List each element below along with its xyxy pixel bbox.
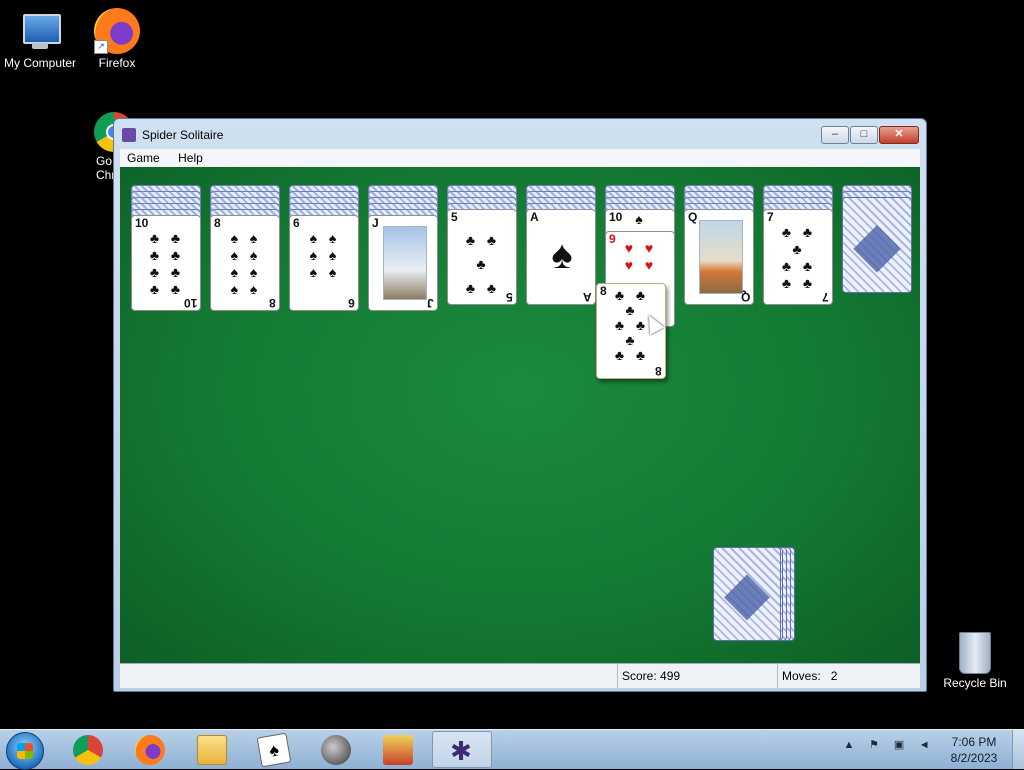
card-pips: ♠ ♠ ♠ ♠ ♠ ♠ ♠ ♠	[230, 230, 262, 297]
card-rank-inverted: 7	[822, 290, 829, 304]
score-label: Score:	[622, 669, 657, 683]
close-button[interactable]: ✕	[879, 126, 919, 144]
card-pips: ♣ ♣ ♣ ♣ ♣ ♣ ♣ ♣	[149, 230, 185, 297]
taskbar-minesweeper[interactable]	[308, 731, 364, 768]
desktop-icon-label: Firefox	[98, 56, 136, 70]
card-face-art	[383, 226, 427, 300]
clock-time: 7:06 PM	[951, 735, 997, 749]
card-rank: J	[372, 216, 379, 230]
card-6-spades[interactable]: 6 ♠ ♠ ♠ ♠ ♠ ♠ 6	[289, 215, 359, 311]
card-back[interactable]	[842, 197, 912, 293]
moves-value: 2	[830, 669, 838, 683]
taskbar-hearts[interactable]	[370, 731, 426, 768]
taskbar-firefox[interactable]	[122, 731, 178, 768]
shortcut-arrow-icon: ↗	[94, 40, 108, 54]
system-tray: ▲ ⚑ ▣ ◄	[842, 738, 939, 752]
card-rank: A	[530, 210, 539, 224]
card-rank-inverted: 8	[269, 296, 276, 310]
card-queen-clubs[interactable]: Q Q	[684, 209, 754, 305]
card-rank-inverted: 10	[183, 296, 197, 310]
spider-solitaire-window: Spider Solitaire – □ ✕ Game Help 10 ♣ ♣ …	[113, 118, 927, 692]
menu-help[interactable]: Help	[171, 149, 210, 167]
stock-pile[interactable]	[713, 547, 803, 643]
recycle-bin-icon	[959, 632, 991, 674]
minesweeper-icon	[321, 735, 351, 765]
firefox-icon	[135, 735, 165, 765]
game-board: 10 ♣ ♣ ♣ ♣ ♣ ♣ ♣ ♣ 10 8 ♠ ♠ ♠ ♠ ♠ ♠ ♠ ♠ …	[120, 167, 920, 663]
start-button[interactable]	[6, 732, 44, 770]
desktop-icon-recycle-bin[interactable]: Recycle Bin	[935, 632, 1015, 690]
taskbar-chrome[interactable]	[60, 731, 116, 768]
desktop-icon-label: Recycle Bin	[943, 676, 1007, 690]
card-ace-spades[interactable]: A ♠ A	[526, 209, 596, 305]
card-rank-inverted: 8	[655, 364, 662, 378]
card-rank: 8	[214, 216, 221, 230]
menu-bar: Game Help	[120, 149, 920, 167]
clock-date: 8/2/2023	[950, 751, 998, 765]
taskbar-explorer[interactable]	[184, 731, 240, 768]
show-hidden-icons-icon[interactable]: ▲	[842, 738, 856, 752]
card-pips: ♠	[635, 211, 647, 227]
card-rank-inverted: Q	[740, 290, 750, 304]
folder-icon	[197, 735, 227, 765]
title-bar[interactable]: Spider Solitaire – □ ✕	[114, 119, 926, 151]
solitaire-icon: ♠	[256, 732, 292, 768]
card-rank-inverted: A	[583, 290, 592, 304]
desktop-icon-label: My Computer	[3, 56, 77, 70]
menu-game[interactable]: Game	[120, 149, 167, 167]
minimize-button[interactable]: –	[821, 126, 849, 144]
card-rank: 10	[135, 216, 149, 230]
hearts-icon	[383, 735, 413, 765]
card-jack-spades[interactable]: J J	[368, 215, 438, 311]
network-icon[interactable]: ▣	[892, 738, 906, 752]
card-pips: ♣ ♣ ♣ ♣ ♣ ♣ ♣	[781, 224, 817, 291]
score-value: 499	[660, 669, 681, 683]
card-rank-inverted: J	[427, 296, 434, 310]
card-5-clubs[interactable]: 5 ♣ ♣ ♣ ♣ ♣ 5	[447, 209, 517, 305]
moves-label: Moves:	[782, 669, 821, 683]
card-face-art	[699, 220, 743, 294]
card-8-spades[interactable]: 8 ♠ ♠ ♠ ♠ ♠ ♠ ♠ ♠ 8	[210, 215, 280, 311]
card-7-clubs[interactable]: 7 ♣ ♣ ♣ ♣ ♣ ♣ ♣ 7	[763, 209, 833, 305]
card-rank: 6	[293, 216, 300, 230]
card-rank-inverted: 6	[348, 296, 355, 310]
clock[interactable]: 7:06 PM 8/2/2023	[942, 734, 1006, 766]
taskbar-spider-solitaire[interactable]: ✱	[432, 731, 492, 768]
card-10-clubs[interactable]: 10 ♣ ♣ ♣ ♣ ♣ ♣ ♣ ♣ 10	[131, 215, 201, 311]
chrome-icon	[73, 735, 103, 765]
card-pips: ♠ ♠ ♠ ♠ ♠ ♠	[309, 230, 341, 280]
spider-solitaire-icon: ✱	[450, 736, 472, 766]
card-rank: 5	[451, 210, 458, 224]
moves-display: Moves: 2	[777, 664, 837, 688]
status-bar: Score: 499 Moves: 2	[120, 663, 920, 688]
window-title: Spider Solitaire	[142, 128, 224, 142]
volume-muted-icon[interactable]: ◄	[917, 738, 931, 752]
card-suit-large: ♠	[551, 233, 573, 277]
spider-app-icon	[122, 128, 136, 142]
action-center-icon[interactable]: ⚑	[867, 738, 881, 752]
card-rank: 7	[767, 210, 774, 224]
desktop-icon-my-computer[interactable]: My Computer	[0, 10, 80, 70]
card-rank: Q	[688, 210, 698, 224]
card-pips: ♥ ♥ ♥ ♥	[624, 240, 658, 273]
maximize-button[interactable]: □	[850, 126, 878, 144]
taskbar-solitaire[interactable]: ♠	[246, 731, 302, 768]
show-desktop-button[interactable]	[1012, 730, 1024, 769]
card-rank-inverted: 5	[506, 290, 513, 304]
desktop-icon-firefox[interactable]: ↗ Firefox	[77, 8, 157, 70]
computer-icon	[17, 10, 63, 54]
score-display: Score: 499	[617, 664, 772, 688]
taskbar: ♠ ✱ ▲ ⚑ ▣ ◄ 7:06 PM 8/2/2023	[0, 729, 1024, 770]
